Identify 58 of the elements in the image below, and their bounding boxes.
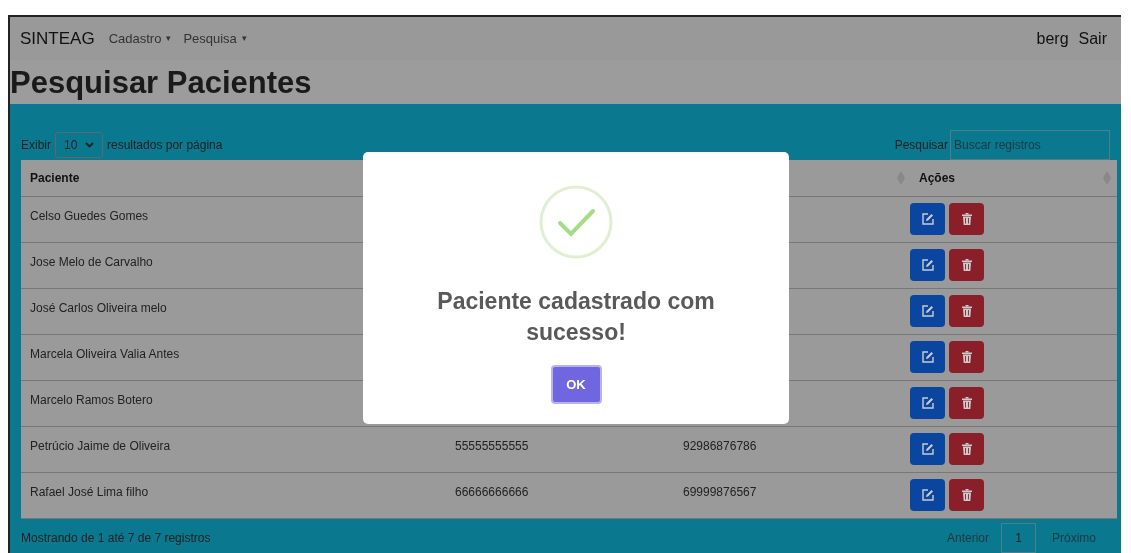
- edit-icon: [921, 443, 934, 455]
- delete-button[interactable]: [949, 295, 984, 327]
- delete-button[interactable]: [949, 387, 984, 419]
- trash-icon: [961, 213, 972, 225]
- checkmark-icon: [539, 185, 613, 259]
- delete-button[interactable]: [949, 341, 984, 373]
- delete-button[interactable]: [949, 203, 984, 235]
- edit-icon: [921, 259, 934, 271]
- next-button[interactable]: Próximo: [1052, 529, 1096, 547]
- edit-button[interactable]: [910, 341, 945, 373]
- edit-icon: [921, 351, 934, 363]
- brand-link[interactable]: SINTEAG: [20, 25, 95, 52]
- trash-icon: [961, 489, 972, 501]
- ok-button[interactable]: OK: [550, 365, 602, 404]
- trash-icon: [961, 397, 972, 409]
- table-info: Mostrando de 1 até 7 de 7 registros: [21, 530, 211, 547]
- trash-icon: [961, 259, 972, 271]
- edit-button[interactable]: [910, 203, 945, 235]
- column-header[interactable]: Ações: [909, 169, 1103, 187]
- edit-button[interactable]: [910, 295, 945, 327]
- nav-menu[interactable]: Cadastro ▾: [108, 28, 172, 49]
- edit-icon: [921, 397, 934, 409]
- trash-icon: [961, 351, 972, 363]
- search-field[interactable]: Buscar registros: [950, 130, 1110, 160]
- edit-icon: [921, 213, 934, 225]
- edit-icon: [921, 305, 934, 317]
- delete-button[interactable]: [949, 433, 984, 465]
- length-suffix: resultados por página: [107, 137, 223, 154]
- table-cell-text: 92986876786: [683, 438, 758, 455]
- delete-button[interactable]: [949, 479, 984, 511]
- page-button[interactable]: 1: [1001, 523, 1036, 553]
- table-cell-text: Petrúcio Jaime de Oliveira: [29, 438, 172, 455]
- nav-menu[interactable]: Pesquisa ▾: [183, 28, 247, 49]
- dialog-message: Paciente cadastrado com sucesso!: [436, 287, 716, 347]
- edit-icon: [921, 489, 934, 501]
- table-cell-text: Marcelo Ramos Botero: [29, 392, 154, 409]
- page-size-select[interactable]: 10: [55, 132, 103, 158]
- edit-button[interactable]: [910, 433, 945, 465]
- user-name: berg: [1036, 28, 1069, 49]
- trash-icon: [961, 443, 972, 455]
- previous-button[interactable]: Anterior: [946, 529, 989, 547]
- table-cell-text: Rafael José Lima filho: [29, 484, 150, 501]
- table-cell-text: Marcela Oliveira Valia Antes: [29, 346, 181, 363]
- table-cell-text: 55555555555: [455, 438, 530, 455]
- length-prefix: Exibir: [21, 137, 51, 154]
- search-label: Pesquisar: [894, 137, 948, 154]
- page-title: Pesquisar Pacientes: [10, 66, 312, 98]
- table-cell-text: Jose Melo de Carvalho: [29, 254, 154, 271]
- chevron-icon: [85, 142, 94, 148]
- logout-link[interactable]: Sair: [1078, 26, 1107, 51]
- edit-button[interactable]: [910, 249, 945, 281]
- delete-button[interactable]: [949, 249, 984, 281]
- table-cell-text: 69999876567: [683, 484, 758, 501]
- trash-icon: [961, 305, 972, 317]
- edit-button[interactable]: [910, 387, 945, 419]
- edit-button[interactable]: [910, 479, 945, 511]
- table-cell-text: 66666666666: [455, 484, 530, 501]
- table-cell-text: Celso Guedes Gomes: [29, 208, 150, 225]
